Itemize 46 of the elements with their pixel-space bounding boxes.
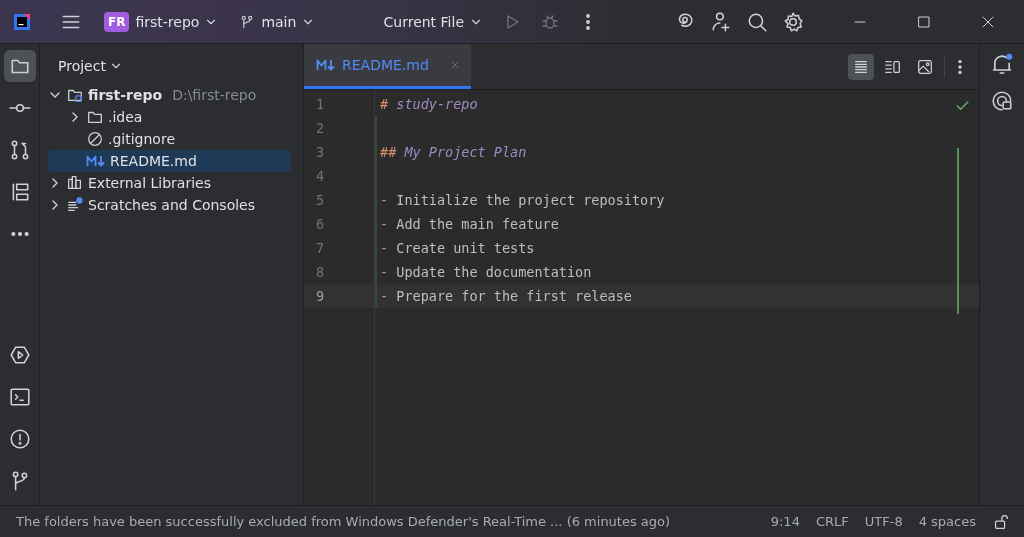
code-line: ## My Project Plan [380, 144, 527, 160]
library-icon [66, 174, 84, 192]
terminal-icon[interactable] [8, 386, 31, 408]
line-number: 1 [315, 96, 326, 112]
line-number: 6 [315, 216, 326, 232]
line-number: 8 [315, 264, 326, 280]
tree-item[interactable]: .idea [48, 106, 291, 128]
line-number: 5 [315, 192, 326, 208]
line-number: 7 [315, 240, 326, 256]
code-line: - Initialize the project repository [380, 192, 665, 208]
tree-item[interactable]: first-repo D:\first-repo [48, 84, 291, 106]
code-line: # study-repo [380, 96, 478, 112]
markdown-file-icon [86, 155, 106, 167]
tree-item[interactable]: README.md [48, 150, 291, 172]
line-number: 9 [315, 288, 326, 304]
warning-icon[interactable] [8, 428, 31, 450]
notifications-icon[interactable] [990, 52, 1014, 76]
code-line: - Prepare for the first release [380, 288, 632, 304]
caret-position[interactable]: 9:14 [770, 514, 800, 529]
run-icon[interactable] [8, 344, 31, 366]
ignore-file-icon [86, 130, 104, 148]
code-line: - Add the main feature [380, 216, 559, 232]
app-logo[interactable] [12, 11, 32, 32]
lock-icon[interactable] [992, 512, 1010, 531]
file-encoding[interactable]: UTF-8 [864, 514, 903, 529]
ai-chat-icon[interactable] [991, 90, 1013, 112]
line-number: 3 [315, 144, 326, 160]
panel-title[interactable]: Project [48, 52, 128, 80]
markdown-file-icon [316, 59, 336, 71]
line-ending[interactable]: CRLF [815, 514, 849, 529]
line-number: 2 [315, 120, 326, 136]
run-config-selector[interactable]: Current File [377, 9, 488, 34]
tree-item[interactable]: .gitignore [48, 128, 291, 150]
scratches-icon [66, 196, 84, 214]
settings-icon[interactable] [782, 10, 804, 33]
add-user-icon[interactable] [710, 10, 732, 33]
status-message[interactable]: The folders have been successfully excluded from Windows Defender's Real-Time ... (6 minutes ago) [16, 514, 755, 529]
project-selector[interactable]: FR first-repo [98, 7, 224, 36]
line-number: 4 [315, 168, 326, 184]
code-line: - Create unit tests [380, 240, 535, 256]
tree-item[interactable]: External Libraries [48, 172, 291, 194]
indent-setting[interactable]: 4 spaces [918, 514, 976, 529]
code-line: - Update the documentation [380, 264, 592, 280]
preview-icon[interactable] [916, 57, 934, 76]
tree-item[interactable]: Scratches and Consoles [48, 194, 291, 216]
branch-selector[interactable]: main [233, 9, 321, 34]
